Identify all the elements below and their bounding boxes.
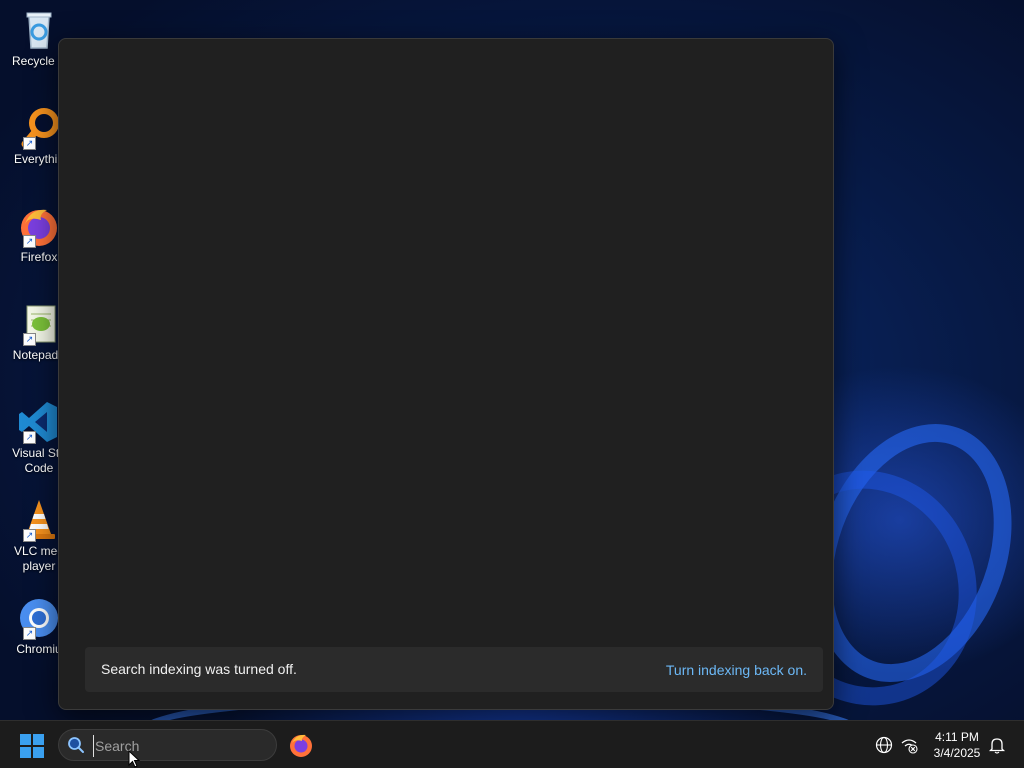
clock-time: 4:11 PM: [935, 730, 979, 744]
indexing-banner: Search indexing was turned off. Turn ind…: [85, 647, 823, 692]
vscode-icon: ↗: [17, 400, 61, 444]
clock-date: 3/4/2025: [933, 746, 981, 760]
turn-indexing-on-link[interactable]: Turn indexing back on.: [666, 662, 807, 678]
search-input[interactable]: [93, 735, 267, 757]
search-icon: [68, 737, 84, 753]
vlc-icon: ↗: [17, 498, 61, 542]
search-panel: Search indexing was turned off. Turn ind…: [58, 38, 834, 710]
indexing-message: Search indexing was turned off.: [101, 661, 297, 677]
shortcut-arrow-icon: ↗: [23, 137, 36, 150]
taskbar: 4:11 PM 3/4/2025: [0, 720, 1024, 768]
firefox-icon: [290, 734, 312, 757]
shortcut-arrow-icon: ↗: [23, 235, 36, 248]
shortcut-arrow-icon: ↗: [23, 529, 36, 542]
taskbar-firefox-button[interactable]: [288, 732, 314, 758]
shortcut-arrow-icon: ↗: [23, 431, 36, 444]
windows-start-icon[interactable]: [20, 734, 44, 758]
taskbar-clock[interactable]: 4:11 PM 3/4/2025: [926, 729, 988, 761]
taskbar-search-box[interactable]: [58, 729, 277, 761]
network-disconnected-icon[interactable]: [900, 736, 918, 754]
notification-bell-icon[interactable]: [988, 736, 1006, 754]
globe-language-icon[interactable]: [875, 736, 893, 754]
everything-search-icon: ↗: [17, 106, 61, 150]
mouse-cursor-icon: [128, 750, 140, 768]
shortcut-arrow-icon: ↗: [23, 333, 36, 346]
recycle-bin-icon: [17, 8, 61, 52]
chromium-icon: ↗: [17, 596, 61, 640]
notepad-plus-plus-icon: ↗: [17, 302, 61, 346]
firefox-icon: ↗: [17, 204, 61, 248]
shortcut-arrow-icon: ↗: [23, 627, 36, 640]
